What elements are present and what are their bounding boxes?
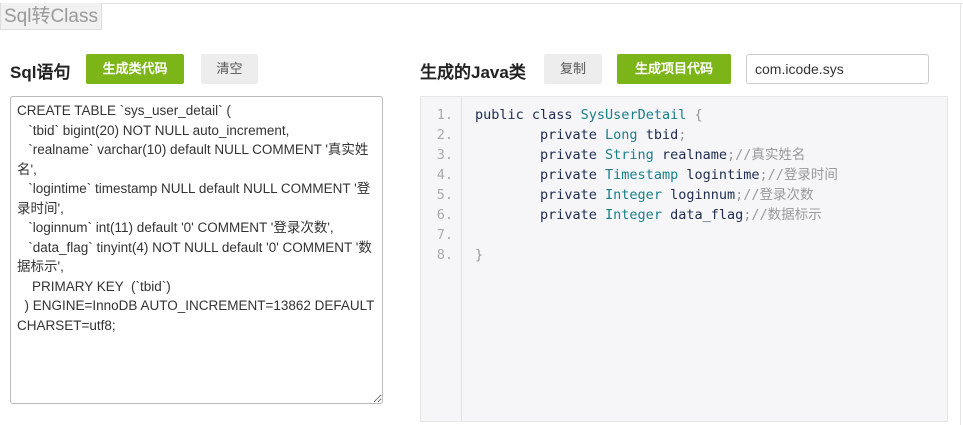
- code-type: Long: [605, 127, 638, 143]
- package-input[interactable]: [746, 54, 929, 84]
- code-type: String: [605, 147, 654, 163]
- code-comment: 数据标示: [767, 207, 822, 222]
- java-code-viewer[interactable]: 1. 2. 3. 4. 5. 6. 7. 8. public class SysUserDet…: [420, 96, 948, 422]
- code-line: private Integer data_flag;//数据标示: [475, 205, 838, 225]
- clear-button[interactable]: 清空: [201, 54, 258, 84]
- code-type: Timestamp: [605, 167, 679, 183]
- code-kw: private: [475, 207, 606, 223]
- line-number: 8.: [436, 247, 453, 263]
- line-number: 6.: [436, 207, 453, 223]
- generate-project-button[interactable]: 生成项目代码: [617, 54, 731, 84]
- line-number: 7.: [436, 227, 453, 243]
- code-line: private Long tbid;: [475, 125, 838, 145]
- code-rest: data_flag: [661, 207, 744, 223]
- code-type: SysUserDetail: [580, 107, 687, 123]
- line-number: 5.: [436, 187, 453, 203]
- line-number: 3.: [436, 147, 453, 163]
- code-line: private Integer loginnum;//登录次数: [475, 185, 838, 205]
- divider: [960, 3, 961, 425]
- code-punct: ;//: [759, 167, 784, 183]
- code-comment: 真实姓名: [751, 147, 806, 162]
- line-number: 2.: [436, 127, 453, 143]
- code-kw: private: [475, 147, 606, 163]
- code-type: Integer: [605, 207, 662, 223]
- code-punct: {: [694, 107, 703, 123]
- code-punct: ;//: [735, 187, 760, 203]
- code-punct: }: [475, 247, 484, 263]
- sql-heading: Sql语句: [10, 63, 71, 82]
- code-kw: private: [475, 167, 606, 183]
- code-rest: loginnum: [661, 187, 736, 203]
- code-lines: public class SysUserDetail { private Lon…: [475, 105, 838, 265]
- code-kw: private: [475, 187, 606, 203]
- line-number-gutter: 1. 2. 3. 4. 5. 6. 7. 8.: [421, 97, 462, 421]
- java-heading: 生成的Java类: [420, 63, 526, 82]
- code-type: Integer: [605, 187, 662, 203]
- code-comment: 登录时间: [783, 167, 838, 182]
- code-punct: ;: [678, 127, 687, 143]
- code-line: private Timestamp logintime;//登录时间: [475, 165, 838, 185]
- code-kw: public class: [475, 107, 581, 123]
- code-punct: ;//: [726, 147, 752, 163]
- tab-sql-to-class[interactable]: Sql转Class: [0, 3, 102, 30]
- code-line: public class SysUserDetail {: [475, 105, 838, 125]
- line-number: 4.: [436, 167, 453, 183]
- code-rest: logintime: [678, 167, 760, 183]
- line-number: 1.: [436, 107, 453, 123]
- code-punct: ;//: [743, 207, 768, 223]
- generate-class-button[interactable]: 生成类代码: [86, 54, 184, 84]
- divider: [0, 3, 963, 4]
- copy-button[interactable]: 复制: [544, 54, 602, 84]
- code-rest: realname: [653, 147, 727, 163]
- code-comment: 登录次数: [759, 187, 814, 202]
- code-line: private String realname;//真实姓名: [475, 145, 838, 165]
- sql-input[interactable]: CREATE TABLE `sys_user_detail` ( `tbid` …: [10, 96, 383, 404]
- code-line: }: [475, 245, 838, 265]
- code-rest: tbid: [637, 127, 679, 143]
- code-kw: private: [475, 127, 606, 143]
